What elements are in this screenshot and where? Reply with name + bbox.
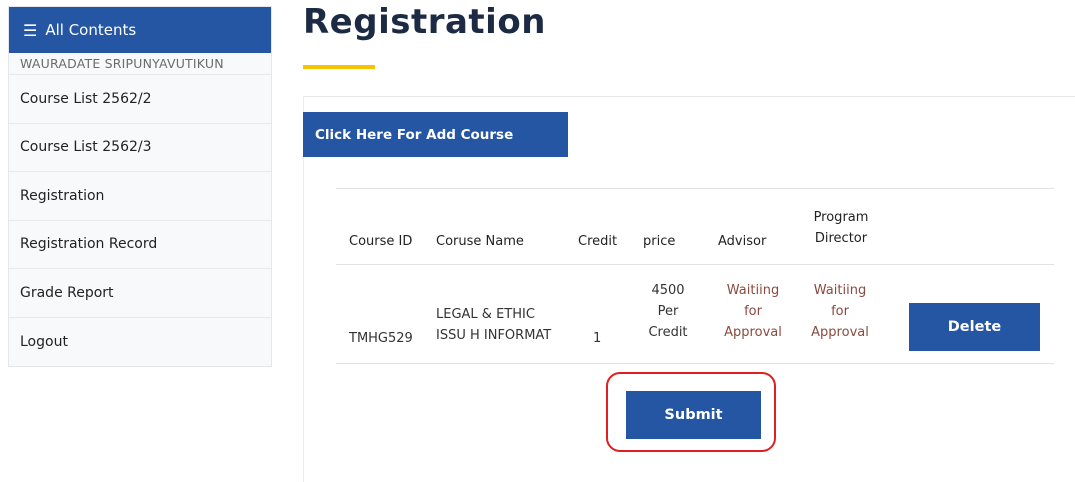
cell-director-status: Waitiing for Approval <box>809 280 871 343</box>
column-header-program-director-line1: Program <box>813 210 869 225</box>
cell-director-line3: Approval <box>811 325 869 340</box>
column-header-program-director: Program Director <box>811 207 871 249</box>
submit-highlight-annotation <box>606 372 776 452</box>
delete-button[interactable]: Delete <box>909 303 1040 351</box>
content-divider <box>303 96 1075 97</box>
sidebar-item-registration[interactable]: Registration <box>9 172 271 221</box>
cell-price-line2: Per <box>657 304 679 319</box>
sidebar-item-course-list-2562-2[interactable]: Course List 2562/2 <box>9 75 271 124</box>
cell-director-line2: for <box>831 304 849 319</box>
cell-course-name-line1: LEGAL & ETHIC <box>436 307 535 322</box>
column-header-credit: Credit <box>578 234 618 249</box>
cell-course-id: TMHG529 <box>349 331 413 346</box>
column-header-program-director-line2: Director <box>814 231 868 246</box>
cell-price-line3: Credit <box>648 325 688 340</box>
sidebar: ☰ All Contents WAURADATE SRIPUNYAVUTIKUN… <box>8 6 272 367</box>
cell-director-line1: Waitiing <box>813 283 867 298</box>
add-course-button[interactable]: Click Here For Add Course <box>303 112 568 157</box>
sidebar-header-label: All Contents <box>45 21 137 39</box>
sidebar-user-name: WAURADATE SRIPUNYAVUTIKUN <box>9 53 271 75</box>
column-header-advisor: Advisor <box>718 234 767 249</box>
cell-price-line1: 4500 <box>651 283 685 298</box>
cell-price: 4500 Per Credit <box>642 280 694 343</box>
sidebar-item-label: Registration <box>20 187 105 204</box>
column-header-course-name: Coruse Name <box>436 234 524 249</box>
table-top-rule <box>336 188 1054 189</box>
sidebar-item-label: Logout <box>20 333 68 350</box>
title-underline <box>303 65 375 69</box>
cell-advisor-line1: Waitiing <box>726 283 780 298</box>
sidebar-item-course-list-2562-3[interactable]: Course List 2562/3 <box>9 123 271 172</box>
page-title: Registration <box>303 2 546 42</box>
cell-advisor-line2: for <box>744 304 762 319</box>
sidebar-item-label: Course List 2562/2 <box>20 90 152 107</box>
sidebar-item-label: Grade Report <box>20 284 114 301</box>
cell-advisor-status: Waitiing for Approval <box>718 280 788 343</box>
column-header-course-id: Course ID <box>349 234 413 249</box>
sidebar-item-grade-report[interactable]: Grade Report <box>9 269 271 318</box>
sidebar-header[interactable]: ☰ All Contents <box>9 7 271 53</box>
cell-credit: 1 <box>593 331 602 346</box>
cell-course-name: LEGAL & ETHIC ISSU H INFORMAT <box>436 304 551 346</box>
table-header-rule <box>336 264 1054 265</box>
sidebar-item-label: Course List 2562/3 <box>20 139 152 156</box>
column-header-price: price <box>643 234 676 249</box>
cell-advisor-line3: Approval <box>724 325 782 340</box>
table-bottom-rule <box>336 363 1054 364</box>
cell-course-name-line2: ISSU H INFORMAT <box>436 328 552 343</box>
sidebar-item-logout[interactable]: Logout <box>9 317 271 366</box>
sidebar-item-label: Registration Record <box>20 236 158 253</box>
sidebar-item-registration-record[interactable]: Registration Record <box>9 220 271 269</box>
hamburger-icon[interactable]: ☰ <box>23 21 37 40</box>
